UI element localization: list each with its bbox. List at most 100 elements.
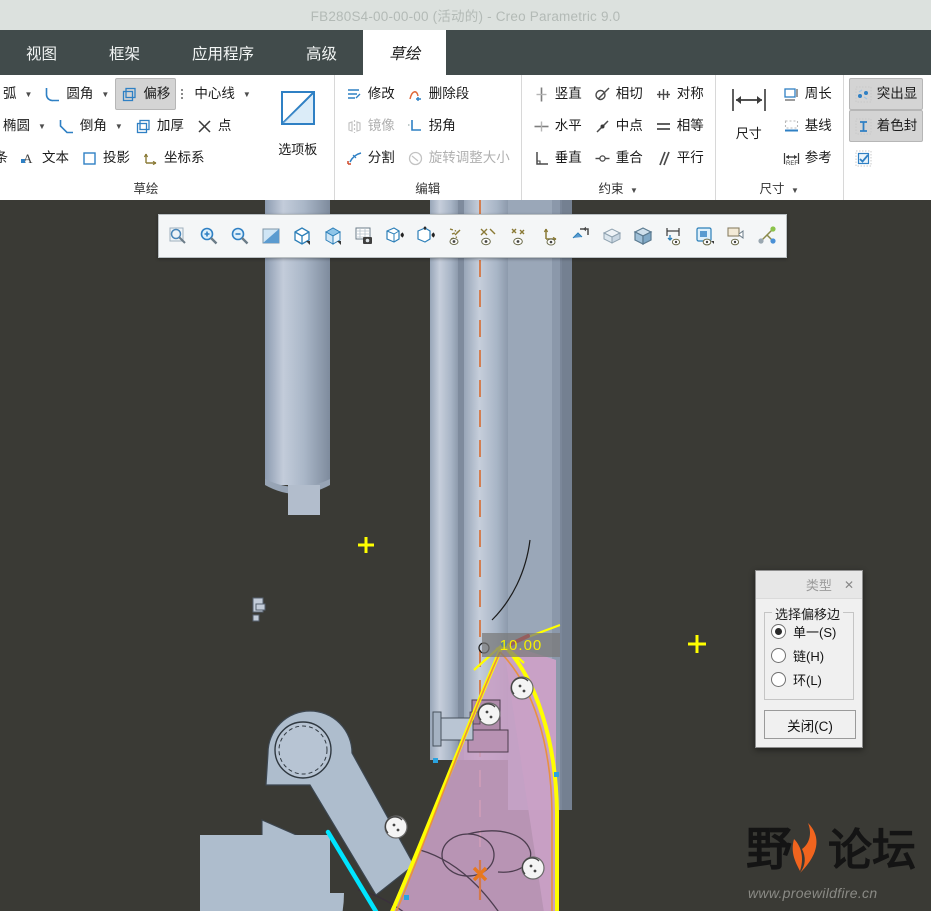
csys-display-icon[interactable] xyxy=(535,218,565,254)
tab-advanced[interactable]: 高级 xyxy=(280,30,363,75)
ribbon-item-parallel[interactable]: 平行 xyxy=(649,142,710,174)
chevron-down-icon[interactable]: ▼ xyxy=(101,90,109,99)
chevron-down-icon[interactable]: ▼ xyxy=(38,122,46,131)
ribbon-group-inspect: 突出显 着色封 xyxy=(842,75,929,200)
ribbon-item-midpoint-label: 中点 xyxy=(615,118,643,134)
ribbon-item-perpendicular[interactable]: 垂直 xyxy=(527,142,588,174)
radio-loop-indicator[interactable] xyxy=(771,671,786,687)
svg-text:A: A xyxy=(23,151,33,166)
corner-icon xyxy=(407,118,424,135)
ribbon-item-overlapping-geometry[interactable] xyxy=(849,142,883,174)
radio-chain[interactable]: 链(H) xyxy=(771,643,847,667)
fillet-icon xyxy=(44,86,61,103)
ribbon-item-csys[interactable]: 坐标系 xyxy=(136,142,211,174)
chevron-down-icon[interactable]: ▼ xyxy=(25,90,33,99)
shading-icon[interactable] xyxy=(597,218,627,254)
spin-center-icon[interactable] xyxy=(752,218,782,254)
ribbon-item-reference-label: 参考 xyxy=(804,150,832,166)
annotation-display-icon[interactable] xyxy=(566,218,596,254)
chevron-down-icon[interactable]: ▼ xyxy=(243,90,251,99)
ribbon-item-arc[interactable]: 弧 ▼ xyxy=(0,78,38,110)
ribbon-item-vertical[interactable]: 竖直 xyxy=(527,78,588,110)
plane-display-icon[interactable] xyxy=(442,218,472,254)
dimension-button-label: 尺寸 xyxy=(735,126,762,141)
sketcher-display-filter-icon[interactable] xyxy=(721,218,751,254)
ribbon-item-centerline[interactable]: 中心线 ▼ xyxy=(188,78,256,110)
zoom-out-icon[interactable] xyxy=(225,218,255,254)
radio-chain-indicator[interactable] xyxy=(771,647,786,663)
palette-button[interactable]: 选项板 xyxy=(267,81,329,158)
ribbon-item-text-label: 文本 xyxy=(42,150,69,166)
point-display-icon[interactable] xyxy=(504,218,534,254)
coincident-icon xyxy=(594,150,611,167)
ribbon-item-thicken[interactable]: 加厚 xyxy=(129,110,190,142)
ribbon-item-arc-label: 弧 xyxy=(3,86,17,102)
ribbon-item-corner-label: 拐角 xyxy=(428,118,456,134)
ribbon-item-offset[interactable]: 偏移 xyxy=(115,78,177,110)
ribbon-item-coincident-label: 重合 xyxy=(615,150,643,166)
dimension-display-icon[interactable] xyxy=(659,218,689,254)
appearance-icon[interactable] xyxy=(318,218,348,254)
radio-single-indicator[interactable] xyxy=(771,623,786,639)
graphics-toolbar xyxy=(158,214,787,258)
ribbon-item-shade-closed-loops[interactable]: 着色封 xyxy=(848,110,924,142)
ribbon-item-equal[interactable]: 相等 xyxy=(649,110,710,142)
zoom-in-icon[interactable] xyxy=(194,218,224,254)
ribbon-item-spline[interactable]: 样条 xyxy=(0,142,14,174)
ribbon-item-reference[interactable]: REF 参考 xyxy=(777,142,838,174)
sketch-display-icon[interactable] xyxy=(690,218,720,254)
ribbon-item-ellipse[interactable]: 椭圆 ▼ xyxy=(0,110,52,142)
tab-frame[interactable]: 框架 xyxy=(83,30,166,75)
ribbon-item-text[interactable]: A 文本 xyxy=(14,142,75,174)
ribbon-item-tangent[interactable]: 相切 xyxy=(588,78,649,110)
ribbon-item-thicken-label: 加厚 xyxy=(156,118,184,134)
tab-view[interactable]: 视图 xyxy=(0,30,83,75)
ribbon-item-corner[interactable]: 拐角 xyxy=(401,110,462,142)
repaint-icon[interactable] xyxy=(256,218,286,254)
graphics-area[interactable]: 10.00 类型 ✕ 选择偏移边 单一(S) 链(H) 环(L) 关闭(C) 野… xyxy=(0,200,931,911)
ribbon-group-dimension-caption[interactable]: 尺寸 ▼ xyxy=(721,178,838,200)
dimension-button[interactable]: 尺寸 xyxy=(721,79,777,142)
close-icon[interactable]: ✕ xyxy=(844,578,854,592)
chevron-down-icon[interactable]: ▼ xyxy=(115,122,123,131)
offset-type-dialog[interactable]: 类型 ✕ 选择偏移边 单一(S) 链(H) 环(L) 关闭(C) xyxy=(755,570,863,748)
close-button[interactable]: 关闭(C) xyxy=(764,710,856,739)
tab-applications[interactable]: 应用程序 xyxy=(166,30,280,75)
ribbon-item-symmetric[interactable]: 对称 xyxy=(649,78,710,110)
baseline-icon xyxy=(783,118,800,135)
radio-loop-label: 环(L) xyxy=(793,672,822,688)
ribbon-item-divide[interactable]: 分割 xyxy=(340,142,401,174)
select-offset-edge-group: 选择偏移边 单一(S) 链(H) 环(L) xyxy=(764,604,854,700)
display-style-icon[interactable] xyxy=(287,218,317,254)
axis-display-icon[interactable] xyxy=(473,218,503,254)
ribbon-item-vertical-label: 竖直 xyxy=(554,86,582,102)
ribbon-item-delete-segment[interactable]: 删除段 xyxy=(401,78,476,110)
ribbon-item-modify[interactable]: 修改 xyxy=(340,78,401,110)
shading-edges-icon[interactable] xyxy=(628,218,658,254)
ribbon-item-chamfer[interactable]: 倒角 ▼ xyxy=(52,110,129,142)
zoom-to-fit-icon[interactable] xyxy=(163,218,193,254)
ribbon-item-coincident[interactable]: 重合 xyxy=(588,142,649,174)
saved-orientation-icon[interactable] xyxy=(349,218,379,254)
ribbon-item-baseline[interactable]: 基线 xyxy=(777,110,838,142)
ribbon-item-horizontal[interactable]: 水平 xyxy=(527,110,588,142)
ribbon-item-perimeter[interactable]: 周长 xyxy=(777,78,838,110)
watermark: 野 论坛 www.proewildfire.cn xyxy=(746,817,921,903)
radio-loop[interactable]: 环(L) xyxy=(771,667,847,691)
chevron-down-icon[interactable]: ▼ xyxy=(630,186,638,195)
window-title: FB280S4-00-00-00 (活动的) - Creo Parametric… xyxy=(310,9,621,24)
ribbon-item-project[interactable]: 投影 xyxy=(75,142,136,174)
named-view-icon[interactable] xyxy=(380,218,410,254)
dimension-value-box[interactable]: 10.00 xyxy=(482,633,560,657)
datum-display-icon[interactable] xyxy=(411,218,441,254)
chevron-down-icon[interactable]: ▼ xyxy=(791,186,799,195)
tab-sketch[interactable]: 草绘 xyxy=(363,30,447,75)
cad-model-view[interactable] xyxy=(0,200,931,911)
ribbon-item-highlight-open-ends[interactable]: 突出显 xyxy=(848,78,924,110)
ribbon-item-divide-label: 分割 xyxy=(367,150,395,166)
ribbon-group-constraint: 竖直 相切 对称 水平 中点 相等 垂直 重合 平行 约束 ▼ xyxy=(520,75,715,200)
ribbon-item-fillet[interactable]: 圆角 ▼ xyxy=(38,78,115,110)
ribbon-item-midpoint[interactable]: 中点 xyxy=(588,110,649,142)
ribbon-group-constraint-caption[interactable]: 约束 ▼ xyxy=(527,178,710,200)
ribbon-item-point[interactable]: 点 xyxy=(190,110,238,142)
